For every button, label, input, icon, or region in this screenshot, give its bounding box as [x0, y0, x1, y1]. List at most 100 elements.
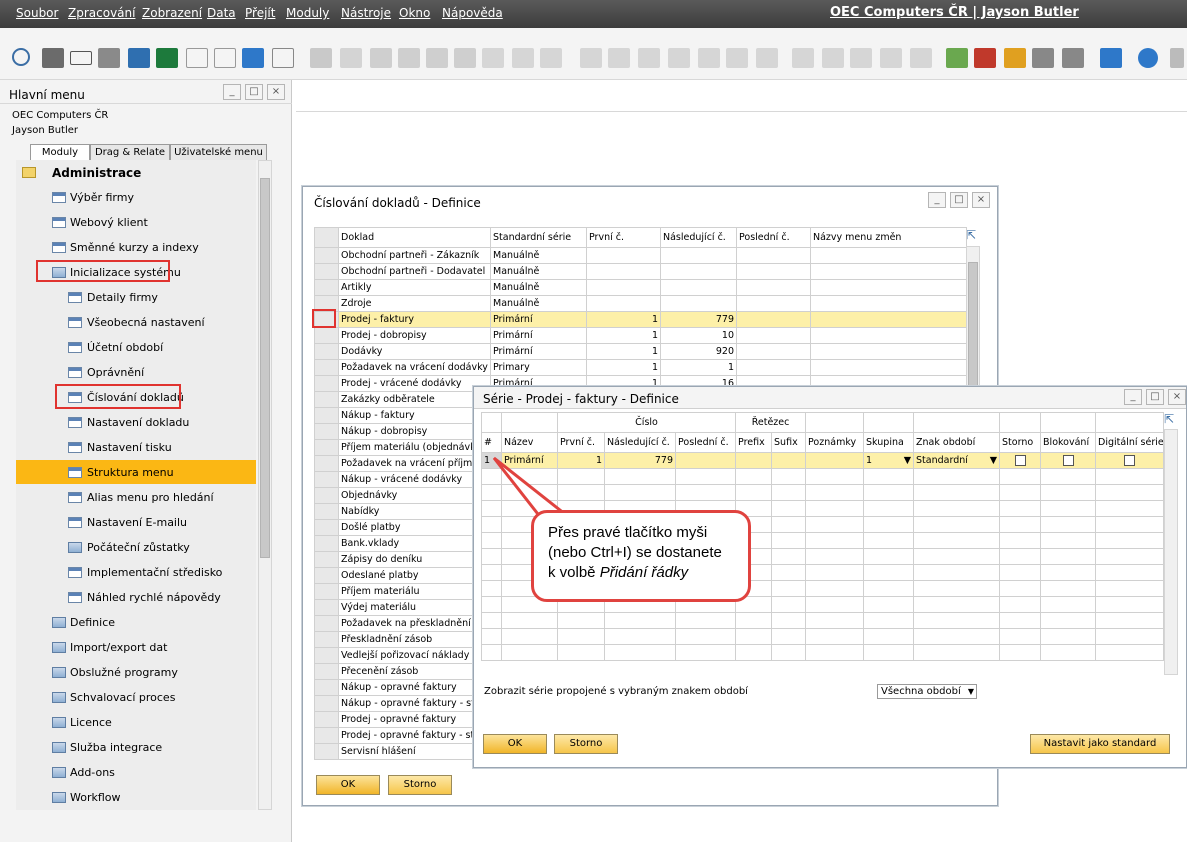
empty-cell[interactable] [913, 564, 1001, 581]
dropdown-arrow-icon[interactable]: ▼ [904, 455, 911, 466]
table-cell[interactable]: Odeslané platby [338, 567, 491, 584]
table-cell[interactable] [810, 247, 967, 264]
tree-scroll-thumb[interactable] [260, 178, 270, 558]
empty-row[interactable] [481, 612, 1165, 629]
row-selector[interactable] [314, 535, 339, 552]
empty-cell[interactable] [604, 644, 676, 661]
table-cell[interactable] [736, 295, 811, 312]
empty-cell[interactable] [805, 484, 865, 501]
add-icon[interactable] [340, 48, 362, 68]
empty-cell[interactable] [1040, 500, 1097, 517]
maximize-button[interactable]: □ [1146, 389, 1164, 405]
empty-cell[interactable] [501, 612, 558, 629]
menu-item[interactable]: Směnné kurzy a indexy [16, 235, 256, 259]
table-cell[interactable]: Manuálně [490, 279, 587, 296]
base-document-icon[interactable] [580, 48, 602, 68]
form-settings-icon[interactable] [910, 48, 932, 68]
empty-row[interactable] [481, 644, 1165, 661]
table-row[interactable]: Dodávky Primární 1 920 [314, 343, 967, 360]
tab-moduly[interactable]: Moduly [30, 144, 90, 160]
empty-cell[interactable] [863, 484, 915, 501]
table-cell[interactable]: Přeskladnění zásob [338, 631, 491, 648]
row-selector[interactable] [314, 263, 339, 280]
empty-cell[interactable] [1040, 628, 1097, 645]
empty-cell[interactable] [1095, 580, 1165, 597]
table-cell[interactable]: Prodej - vrácené dodávky [338, 375, 491, 392]
empty-cell[interactable] [999, 484, 1042, 501]
table-cell[interactable]: Zdroje [338, 295, 491, 312]
table-cell[interactable]: Manuálně [490, 247, 587, 264]
empty-cell[interactable] [481, 596, 502, 613]
table-cell[interactable] [586, 295, 661, 312]
table-cell[interactable]: Došlé platby [338, 519, 491, 536]
table-cell[interactable] [736, 327, 811, 344]
first-record-icon[interactable] [370, 48, 392, 68]
more-icon[interactable] [1170, 48, 1184, 68]
row-selector[interactable] [314, 503, 339, 520]
empty-cell[interactable] [913, 532, 1001, 549]
row-selector[interactable] [314, 391, 339, 408]
table-cell[interactable] [736, 311, 811, 328]
close-button[interactable]: × [267, 84, 285, 100]
menu-item[interactable]: Všeobecná nastavení [16, 310, 256, 334]
empty-cell[interactable] [735, 468, 773, 485]
table-cell[interactable] [736, 263, 811, 280]
table-cell[interactable]: Servisní hlášení [338, 743, 491, 760]
table-cell[interactable] [736, 359, 811, 376]
empty-cell[interactable] [1040, 516, 1097, 533]
menu-zobrazeni[interactable]: Zobrazení [142, 6, 202, 20]
series-scrollbar[interactable] [1164, 429, 1178, 675]
menu-folder[interactable]: Add-ons [16, 760, 256, 784]
empty-cell[interactable] [771, 580, 807, 597]
table-cell[interactable]: Primární [490, 343, 587, 360]
empty-cell[interactable] [771, 468, 807, 485]
next-record-icon[interactable] [426, 48, 448, 68]
table-cell[interactable]: Artikly [338, 279, 491, 296]
table-cell[interactable]: Obchodní partneři - Dodavatel [338, 263, 491, 280]
empty-cell[interactable] [913, 468, 1001, 485]
table-cell[interactable]: Prodej - opravné faktury - st [338, 727, 491, 744]
table-cell[interactable]: Objednávky [338, 487, 491, 504]
row-selector[interactable] [314, 327, 339, 344]
menu-item[interactable]: Účetní období [16, 335, 256, 359]
table-cell[interactable] [810, 343, 967, 360]
minimize-button[interactable]: _ [928, 192, 946, 208]
table-cell[interactable] [586, 247, 661, 264]
empty-cell[interactable] [805, 564, 865, 581]
cell-blocking[interactable] [1040, 452, 1097, 469]
menu-item[interactable]: Detaily firmy [16, 285, 256, 309]
empty-cell[interactable] [999, 612, 1042, 629]
company-user-link[interactable]: OEC Computers ČR | Jayson Butler [830, 5, 1079, 20]
table-cell[interactable]: 1 [660, 359, 737, 376]
table-cell[interactable]: Přecenění zásob [338, 663, 491, 680]
empty-cell[interactable] [604, 628, 676, 645]
table-cell[interactable]: Prodej - dobropisy [338, 327, 491, 344]
empty-cell[interactable] [604, 484, 676, 501]
row-selector[interactable] [314, 519, 339, 536]
empty-cell[interactable] [557, 644, 605, 661]
table-cell[interactable] [660, 263, 737, 280]
row-selector[interactable] [314, 663, 339, 680]
find-icon[interactable] [310, 48, 332, 68]
table-cell[interactable]: Prodej - faktury [338, 311, 491, 328]
volume-icon[interactable] [756, 48, 778, 68]
row-selector[interactable] [314, 567, 339, 584]
tab-drag-relate[interactable]: Drag & Relate [90, 144, 170, 160]
menu-data[interactable]: Data [207, 6, 236, 20]
empty-cell[interactable] [674, 612, 737, 629]
maximize-button[interactable]: □ [950, 192, 968, 208]
target-document-icon[interactable] [608, 48, 630, 68]
calendar-icon[interactable] [946, 48, 968, 68]
last-record-icon[interactable] [454, 48, 476, 68]
table-cell[interactable]: 1 [586, 343, 661, 360]
empty-cell[interactable] [771, 596, 807, 613]
calculator-icon[interactable] [1004, 48, 1026, 68]
section-administrace[interactable]: Administrace [16, 160, 256, 184]
empty-cell[interactable] [1095, 516, 1165, 533]
expand-icon[interactable]: ⇱ [966, 228, 976, 242]
empty-cell[interactable] [913, 548, 1001, 565]
query-icon[interactable] [850, 48, 872, 68]
table-cell[interactable] [810, 279, 967, 296]
table-cell[interactable] [736, 247, 811, 264]
row-selector[interactable] [314, 407, 339, 424]
